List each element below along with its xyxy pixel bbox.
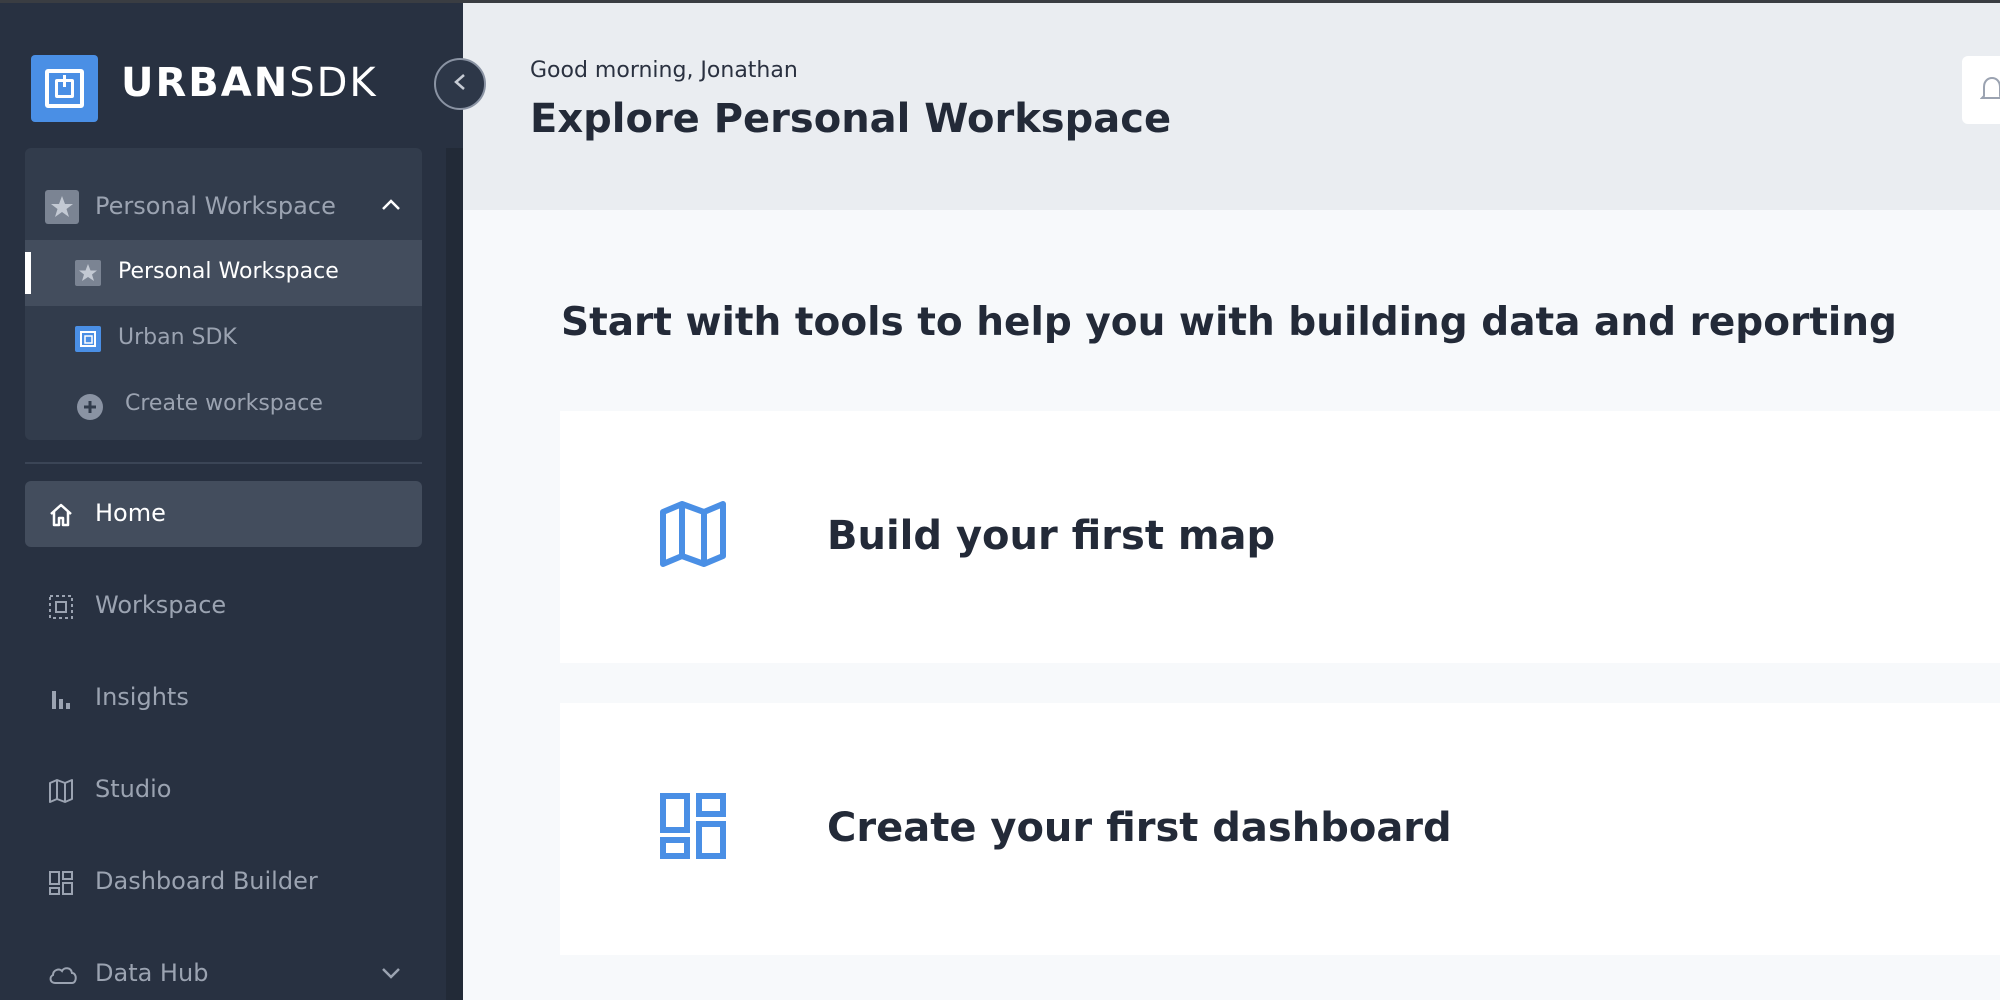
window-top-border: [0, 0, 2000, 3]
dashboard-icon: [47, 869, 75, 897]
nav-item-data-hub[interactable]: Data Hub: [25, 941, 422, 1000]
nav-item-home[interactable]: Home: [25, 481, 422, 547]
page-title: Explore Personal Workspace: [530, 96, 1172, 142]
workspace-item-personal[interactable]: Personal Workspace: [25, 240, 422, 306]
chevron-down-icon[interactable]: [381, 965, 401, 984]
current-workspace-label: Personal Workspace: [95, 192, 336, 220]
brand-name: URBANSDK: [121, 60, 378, 106]
cloud-icon: [47, 961, 77, 989]
nav-item-label: Workspace: [95, 591, 227, 619]
notifications-button[interactable]: [1962, 56, 2000, 124]
nav-item-label: Data Hub: [95, 959, 209, 987]
map-icon: [47, 777, 75, 805]
workspace-item-label: Urban SDK: [118, 325, 237, 350]
nav-item-studio[interactable]: Studio: [25, 757, 422, 823]
nav-item-label: Home: [95, 499, 166, 527]
map-icon: [660, 501, 726, 567]
create-workspace-label: Create workspace: [125, 391, 323, 416]
sidebar: URBANSDK Personal Workspace Personal Wor…: [0, 0, 463, 1000]
collapse-sidebar-button[interactable]: [434, 58, 486, 110]
insights-icon: [47, 685, 75, 713]
active-indicator: [25, 252, 31, 294]
card-label: Build your first map: [827, 513, 1276, 559]
plus-circle-icon: [76, 393, 104, 425]
workspace-item-label: Personal Workspace: [118, 259, 339, 284]
chevron-left-icon: [452, 72, 468, 96]
workspace-item-urban-sdk[interactable]: Urban SDK: [25, 306, 422, 372]
star-icon: [45, 190, 79, 224]
workspace-switcher: Personal Workspace Personal Workspace Ur…: [25, 148, 422, 440]
urbansdk-logo-icon: [75, 326, 101, 352]
card-label: Create your first dashboard: [827, 805, 1452, 851]
nav-item-workspace[interactable]: Workspace: [25, 573, 422, 639]
urbansdk-logo-icon[interactable]: [31, 55, 98, 122]
home-icon: [47, 501, 75, 529]
workspace-icon: [47, 593, 75, 621]
nav-item-label: Insights: [95, 683, 189, 711]
nav-item-dashboard-builder[interactable]: Dashboard Builder: [25, 849, 422, 915]
greeting-text: Good morning, Jonathan: [530, 58, 798, 83]
create-workspace-button[interactable]: Create workspace: [25, 372, 422, 438]
section-title: Start with tools to help you with buildi…: [561, 300, 1897, 345]
star-icon: [75, 260, 101, 286]
sidebar-divider: [25, 462, 422, 464]
nav-item-insights[interactable]: Insights: [25, 665, 422, 731]
workspace-switcher-header[interactable]: Personal Workspace: [25, 148, 422, 240]
nav-item-label: Dashboard Builder: [95, 867, 318, 895]
nav-item-label: Studio: [95, 775, 172, 803]
dashboard-icon: [660, 793, 726, 859]
bell-icon: [1979, 74, 2000, 108]
create-dashboard-card[interactable]: Create your first dashboard: [560, 703, 2000, 955]
build-map-card[interactable]: Build your first map: [560, 411, 2000, 663]
sidebar-scrollbar[interactable]: [446, 148, 463, 1000]
chevron-up-icon[interactable]: [381, 196, 401, 215]
